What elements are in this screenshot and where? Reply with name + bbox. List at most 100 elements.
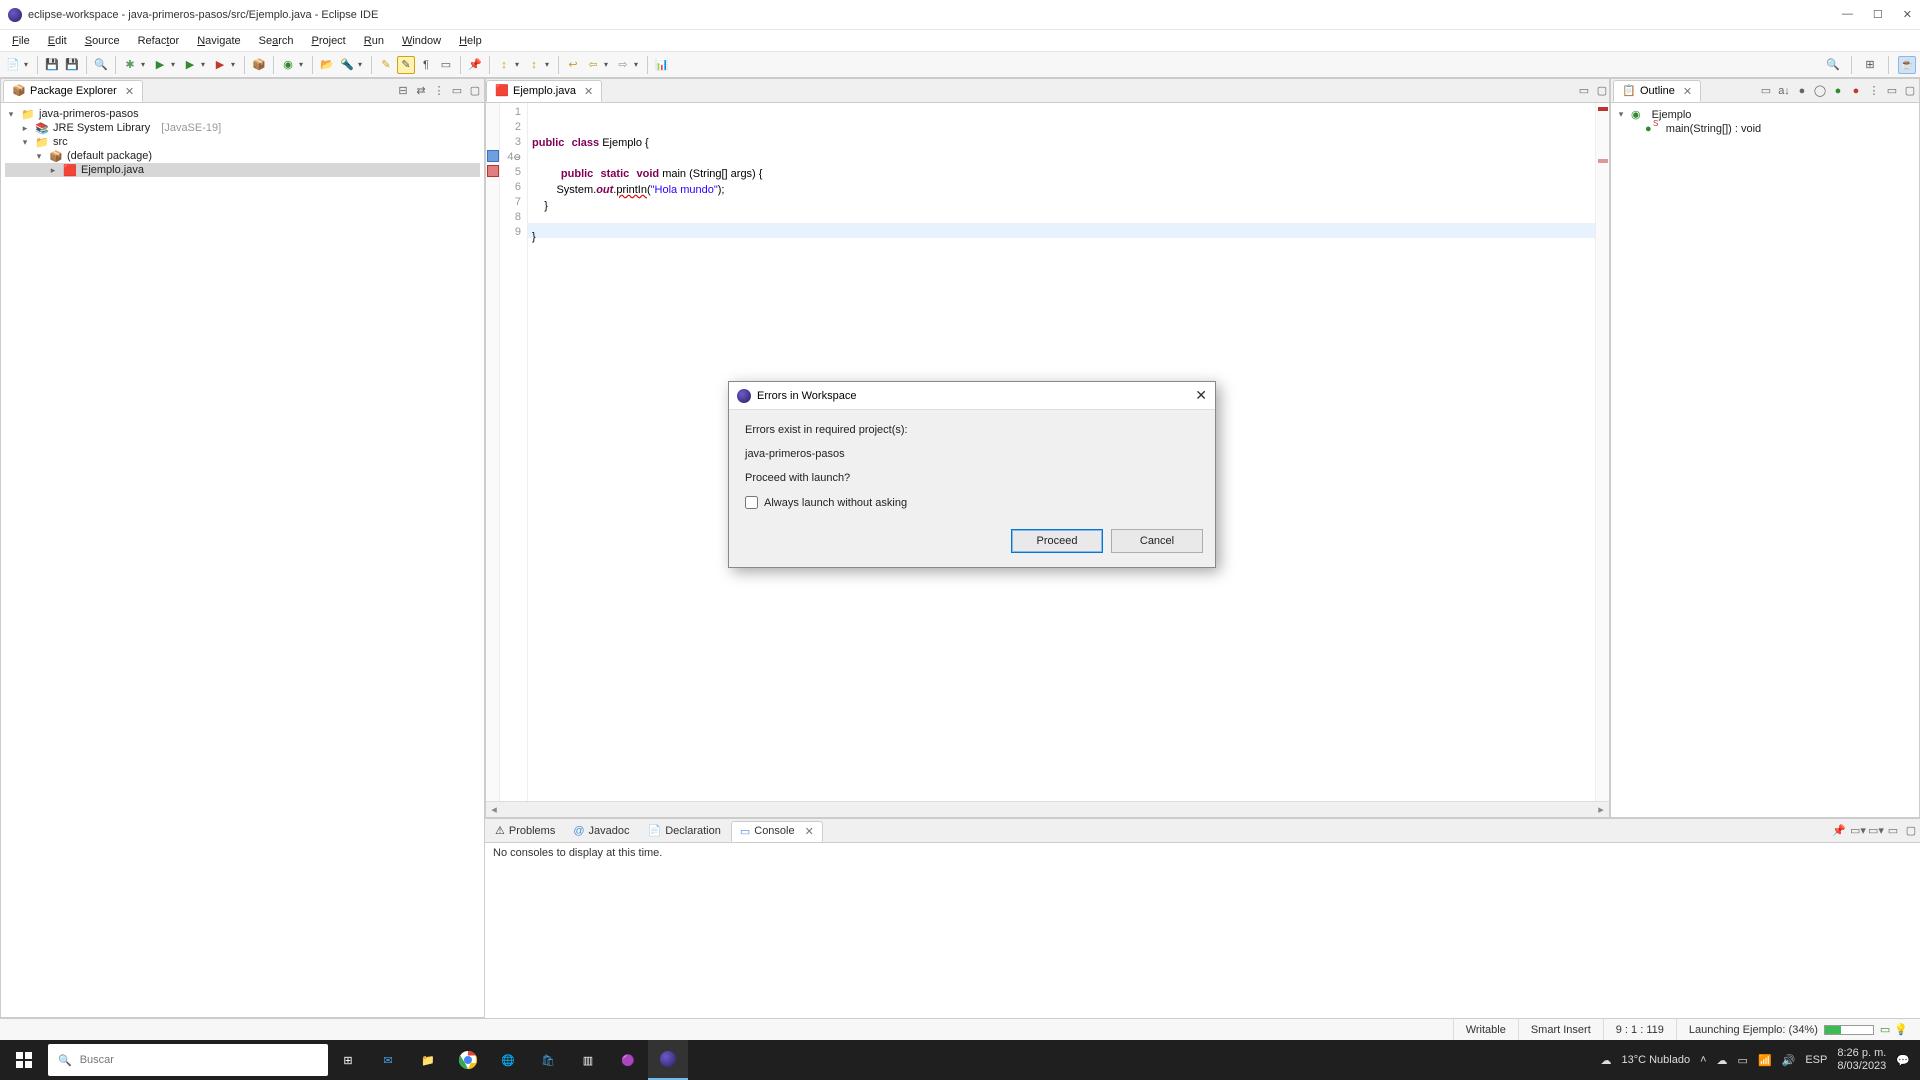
onedrive-icon[interactable]: ☁ [1717,1054,1728,1067]
new-class-icon[interactable]: ◉ [279,56,297,74]
menu-search[interactable]: Search [251,33,302,49]
tab-declaration[interactable]: 📄Declaration [640,821,729,840]
close-icon[interactable]: ✕ [580,85,593,98]
always-launch-checkbox[interactable]: Always launch without asking [745,496,1199,509]
edge-icon[interactable]: 🌐 [488,1040,528,1080]
menu-edit[interactable]: Edit [40,33,75,49]
external-tools-icon[interactable]: ▶ [211,56,229,74]
task-view-icon[interactable]: ⊞ [328,1040,368,1080]
tip-icon[interactable]: 💡 [1894,1023,1908,1036]
view-menu-icon[interactable]: ⋮ [432,84,446,97]
dropdown-icon[interactable]: ▾ [231,60,239,69]
open-perspective-icon[interactable]: ⊞ [1861,56,1879,74]
cancel-button[interactable]: Cancel [1111,529,1203,553]
menu-file[interactable]: File [4,33,38,49]
menu-run[interactable]: Run [356,33,392,49]
last-edit-icon[interactable]: ↩ [564,56,582,74]
focus-icon[interactable]: ▭ [1759,84,1773,97]
debug-icon[interactable]: ✱ [121,56,139,74]
hide-local-icon[interactable]: ● [1849,85,1863,97]
run-icon[interactable]: ▶ [151,56,169,74]
language-indicator[interactable]: ESP [1805,1054,1827,1066]
store-icon[interactable]: 🛍 [528,1040,568,1080]
sort-icon[interactable]: a↓ [1777,85,1791,97]
tab-console[interactable]: ▭Console✕ [731,821,823,842]
toggle-mark-icon[interactable]: ✎ [377,56,395,74]
start-button[interactable] [0,1040,48,1080]
new-icon[interactable]: 📄 [4,56,22,74]
quick-access-icon[interactable]: 🔍 [1824,56,1842,74]
taskbar-search[interactable]: 🔍 Buscar [48,1044,328,1076]
maximize-view-icon[interactable]: ▢ [1595,84,1609,97]
copilot-icon[interactable]: 🟣 [608,1040,648,1080]
overview-ruler[interactable] [1595,103,1609,801]
weather-text[interactable]: 13°C Nublado [1621,1054,1690,1066]
next-annotation-icon[interactable]: ↕ [495,56,513,74]
maximize-button[interactable]: ☐ [1873,8,1883,21]
close-icon[interactable]: ✕ [1195,387,1207,404]
maximize-view-icon[interactable]: ▢ [1903,84,1917,97]
minimize-view-icon[interactable]: ▭ [1577,84,1591,97]
coverage-icon[interactable]: ▶ [181,56,199,74]
link-editor-icon[interactable]: ⇄ [414,84,428,97]
close-icon[interactable]: ✕ [799,825,814,838]
app-icon[interactable]: ▥ [568,1040,608,1080]
save-all-icon[interactable]: 💾 [63,56,81,74]
maximize-view-icon[interactable]: ▢ [1904,824,1918,837]
outline-tab[interactable]: 📋 Outline ✕ [1613,80,1701,102]
maximize-view-icon[interactable]: ▢ [468,84,482,97]
hide-static-icon[interactable]: ◯ [1813,84,1827,97]
battery-icon[interactable]: ▭ [1738,1054,1748,1067]
tab-javadoc[interactable]: @Javadoc [565,822,637,840]
menu-source[interactable]: Source [77,33,128,49]
package-tree[interactable]: ▾📁java-primeros-pasos ▸📚JRE System Libra… [1,103,484,181]
show-whitespace-icon[interactable]: ¶ [417,56,435,74]
new-package-icon[interactable]: 📦 [250,56,268,74]
tray-chevron-icon[interactable]: ˄ [1700,1054,1706,1066]
dropdown-icon[interactable]: ▾ [634,60,642,69]
eclipse-taskbar-icon[interactable] [648,1040,688,1080]
minimize-view-icon[interactable]: ▭ [450,84,464,97]
progress-icon[interactable]: ▭ [1880,1023,1890,1036]
pin-editor-icon[interactable]: 📊 [653,56,671,74]
checkbox-input[interactable] [745,496,758,509]
dropdown-icon[interactable]: ▾ [604,60,612,69]
forward-icon[interactable]: ⇨ [614,56,632,74]
dropdown-icon[interactable]: ▾ [24,60,32,69]
back-icon[interactable]: ⇦ [584,56,602,74]
collapse-all-icon[interactable]: ⊟ [396,84,410,97]
toggle-block-icon[interactable]: ✎ [397,56,415,74]
dropdown-icon[interactable]: ▾ [201,60,209,69]
dialog-titlebar[interactable]: Errors in Workspace ✕ [729,382,1215,410]
horizontal-scrollbar[interactable]: ◂▸ [486,801,1609,817]
view-menu-icon[interactable]: ⋮ [1867,84,1881,97]
close-icon[interactable]: ✕ [121,85,134,98]
show-selected-icon[interactable]: ▭ [437,56,455,74]
pin-icon[interactable]: 📌 [466,56,484,74]
dropdown-icon[interactable]: ▾ [515,60,523,69]
wifi-icon[interactable]: 📶 [1758,1054,1772,1067]
chrome-icon[interactable] [448,1040,488,1080]
hide-nonpublic-icon[interactable]: ● [1831,85,1845,97]
minimize-button[interactable]: — [1842,8,1853,21]
dropdown-icon[interactable]: ▾ [299,60,307,69]
info-marker-icon[interactable] [487,150,499,162]
file-explorer-icon[interactable]: 📁 [408,1040,448,1080]
dropdown-icon[interactable]: ▾ [358,60,366,69]
weather-icon[interactable]: ☁ [1600,1054,1611,1067]
menu-navigate[interactable]: Navigate [189,33,248,49]
open-type-icon[interactable]: 📂 [318,56,336,74]
proceed-button[interactable]: Proceed [1011,529,1103,553]
outline-tree[interactable]: ▾◉ Ejemplo ●S main(String[]) : void [1611,103,1919,140]
toggle-breadcrumb-icon[interactable]: 🔍 [92,56,110,74]
close-button[interactable]: ✕ [1903,8,1912,21]
dropdown-icon[interactable]: ▾ [141,60,149,69]
minimize-view-icon[interactable]: ▭ [1885,84,1899,97]
save-icon[interactable]: 💾 [43,56,61,74]
taskbar-clock[interactable]: 8:26 p. m. 8/03/2023 [1837,1047,1886,1073]
tab-problems[interactable]: ⚠Problems [487,821,563,840]
menu-help[interactable]: Help [451,33,490,49]
pin-console-icon[interactable]: 📌 [1832,824,1846,837]
close-icon[interactable]: ✕ [1679,85,1692,98]
minimize-view-icon[interactable]: ▭ [1886,824,1900,837]
